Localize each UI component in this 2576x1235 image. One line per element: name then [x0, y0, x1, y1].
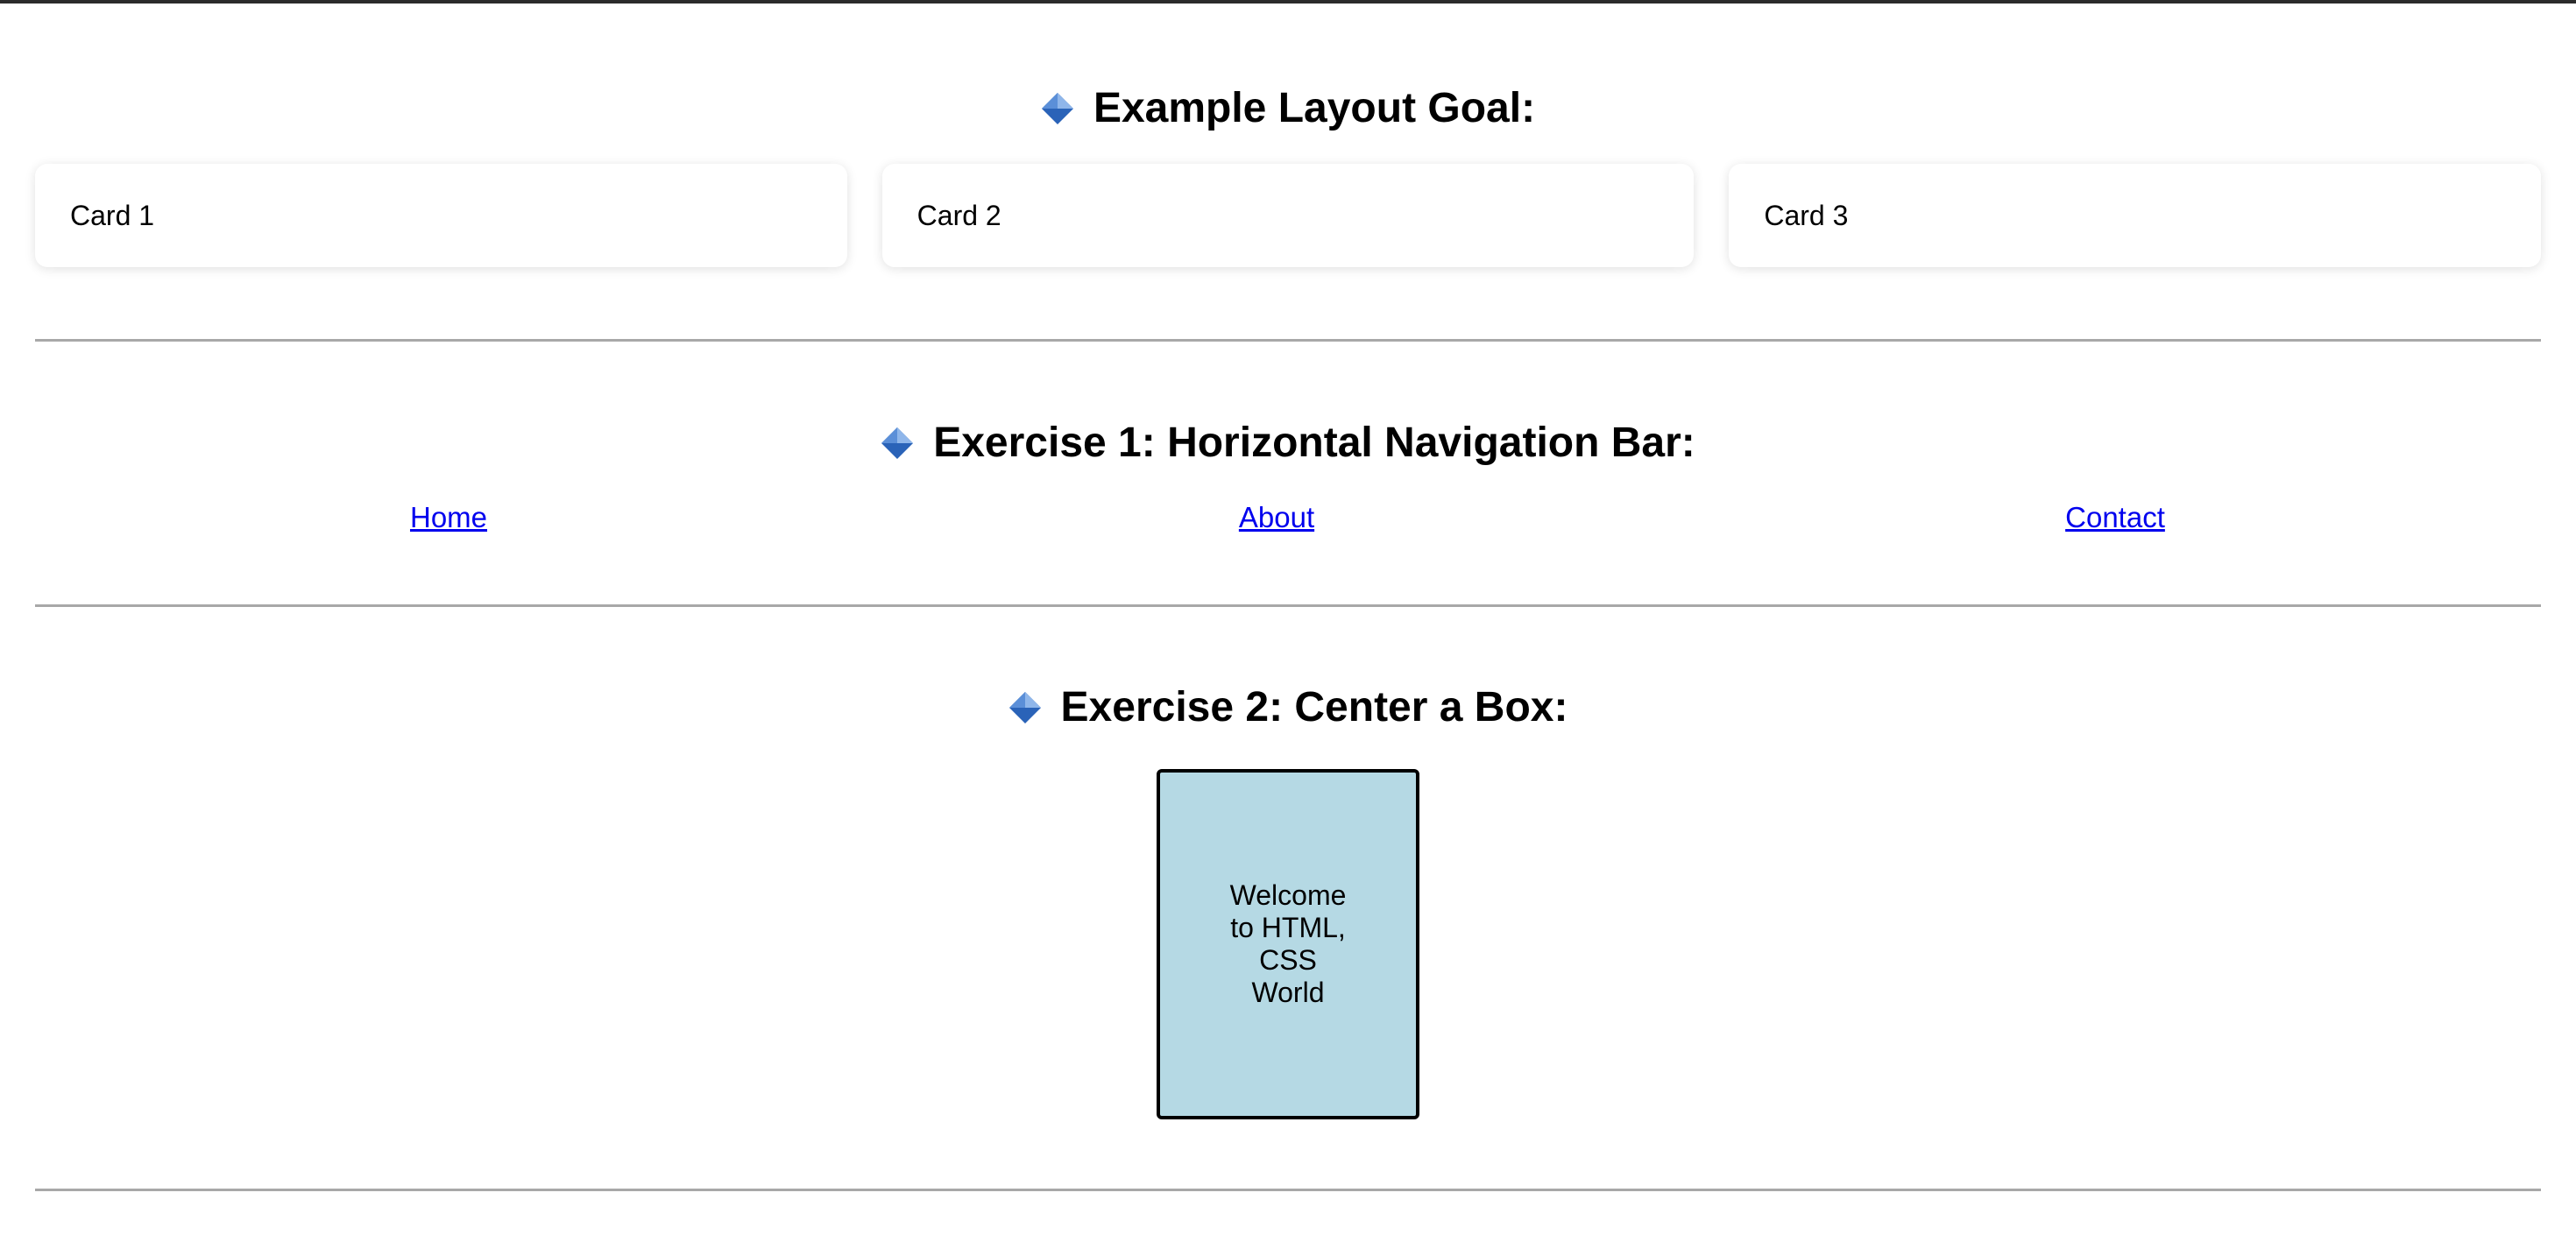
centered-box: Welcome to HTML, CSS World — [1157, 769, 1419, 1119]
nav-link-about[interactable]: About — [1239, 501, 1314, 534]
card-2: Card 2 — [881, 164, 1695, 267]
nav-link-contact[interactable]: Contact — [2065, 501, 2165, 534]
exercise1-title: Exercise 1: Horizontal Navigation Bar: — [933, 420, 1695, 466]
blue-diamond-icon — [1008, 691, 1042, 724]
card-1: Card 1 — [35, 164, 847, 267]
centered-box-text: Welcome to HTML, CSS World — [1229, 879, 1347, 1008]
blue-diamond-icon — [881, 427, 914, 460]
card-3: Card 3 — [1729, 164, 2542, 267]
page: Example Layout Goal: Card 1 Card 2 Card … — [0, 0, 2576, 1235]
card-row: Card 1 Card 2 Card 3 — [35, 164, 2542, 267]
exercise2-heading: Exercise 2: Center a Box: — [0, 687, 2576, 729]
blue-diamond-icon — [1041, 92, 1074, 125]
section-divider — [35, 604, 2541, 607]
layout-goal-title: Example Layout Goal: — [1093, 85, 1536, 131]
card-label: Card 2 — [916, 199, 1001, 231]
layout-goal-heading: Example Layout Goal: — [0, 88, 2576, 130]
exercise1-heading: Exercise 1: Horizontal Navigation Bar: — [0, 422, 2576, 464]
exercise2-title: Exercise 2: Center a Box: — [1060, 684, 1568, 730]
section-divider — [35, 339, 2541, 342]
section-divider — [35, 1189, 2541, 1191]
nav-link-home[interactable]: Home — [410, 501, 487, 534]
card-label: Card 3 — [1764, 199, 1849, 231]
card-label: Card 1 — [70, 199, 155, 231]
